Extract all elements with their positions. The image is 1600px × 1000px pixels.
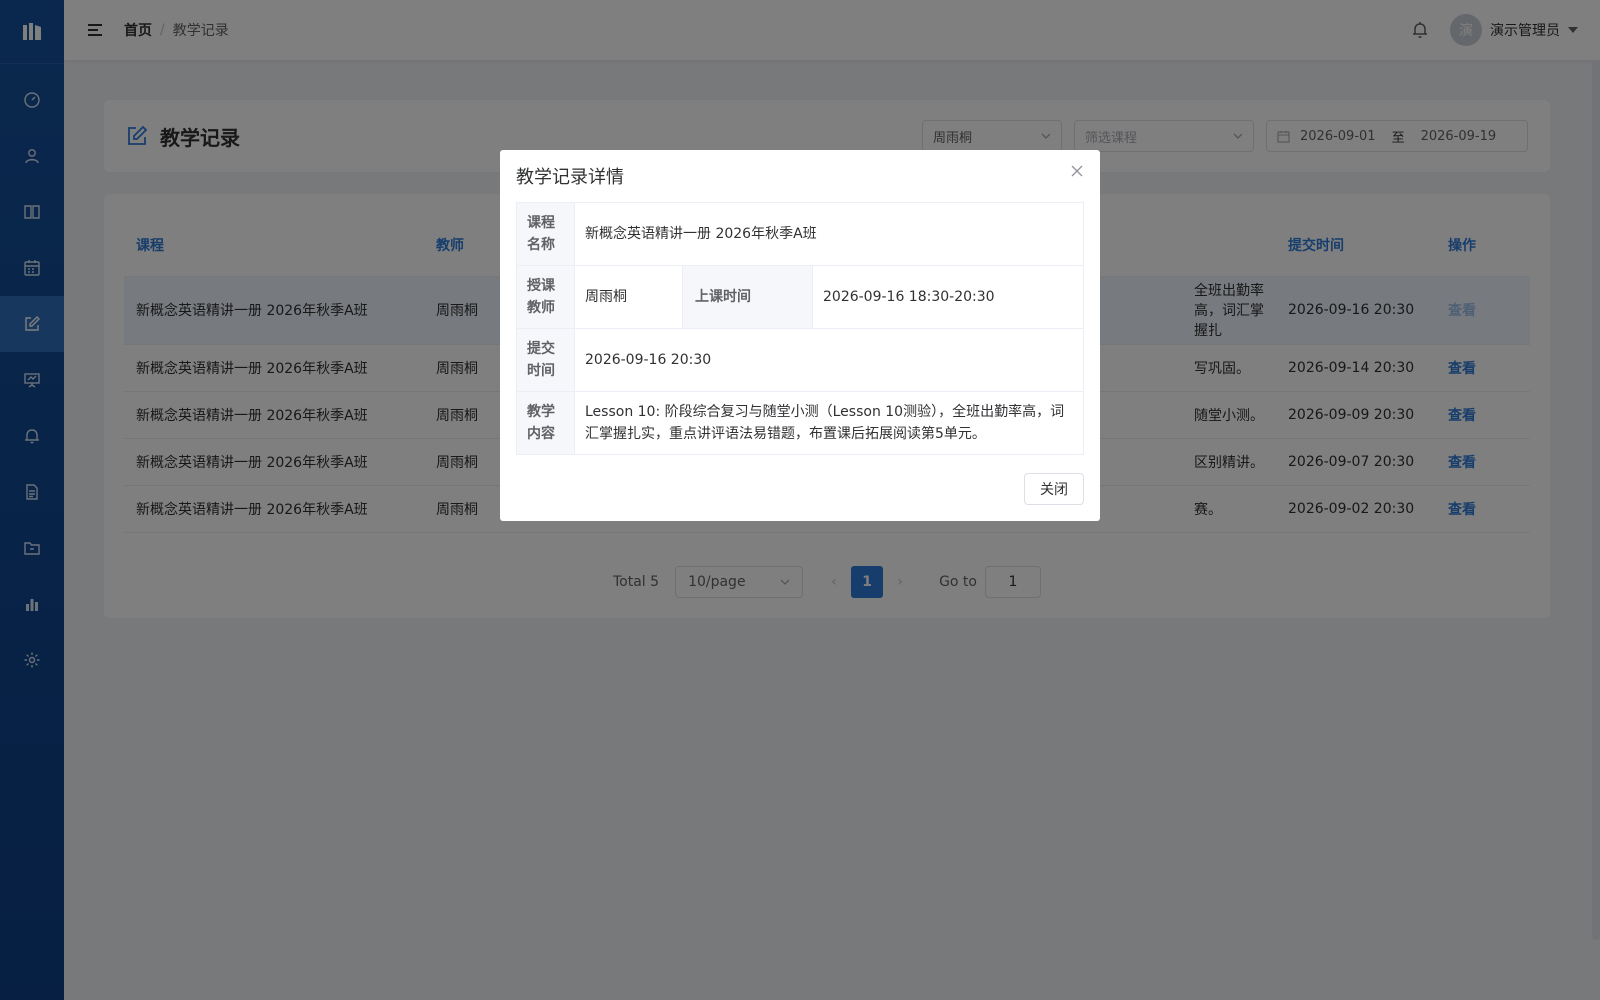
close-button[interactable]: 关闭	[1024, 473, 1084, 505]
detail-value-submit-time: 2026-09-16 20:30	[574, 328, 1084, 392]
detail-value-content: Lesson 10: 阶段综合复习与随堂小测（Lesson 10测验），全班出勤…	[574, 391, 1084, 455]
close-icon[interactable]	[1070, 164, 1084, 178]
detail-value-class-time: 2026-09-16 18:30-20:30	[812, 265, 1084, 329]
detail-value-teacher: 周雨桐	[574, 265, 683, 329]
detail-label-class-time: 上课时间	[682, 265, 813, 329]
record-detail-dialog: 教学记录详情 课程名称 新概念英语精讲一册 2026年秋季A班 授课教师 周雨桐…	[500, 150, 1100, 521]
detail-value-course: 新概念英语精讲一册 2026年秋季A班	[574, 202, 1084, 266]
detail-label-submit-time: 提交时间	[516, 328, 575, 392]
detail-label-content: 教学内容	[516, 391, 575, 455]
detail-descriptions: 课程名称 新概念英语精讲一册 2026年秋季A班 授课教师 周雨桐 上课时间 2…	[516, 202, 1084, 455]
detail-label-teacher: 授课教师	[516, 265, 575, 329]
dialog-title: 教学记录详情	[516, 167, 624, 188]
detail-label-course: 课程名称	[516, 202, 575, 266]
